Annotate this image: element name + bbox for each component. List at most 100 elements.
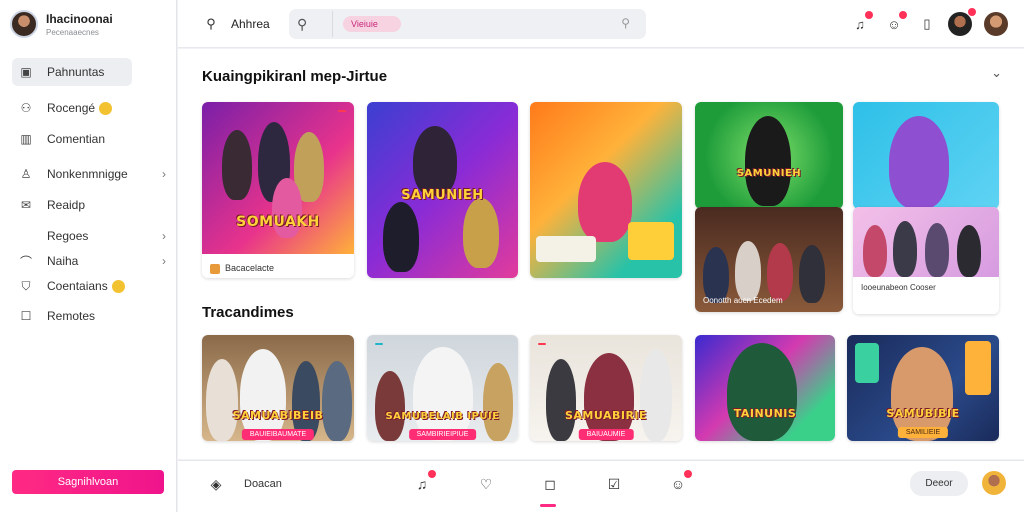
app-window: Ihacinoonai Pecenaaecnes ▣ Pahnuntas ⚇ R… (0, 0, 1024, 512)
sidebar-item-remotes[interactable]: ☐ Remotes (12, 302, 166, 330)
profile-header[interactable]: Ihacinoonai Pecenaaecnes (10, 10, 113, 38)
sidebar-item-rocenge[interactable]: ⚇ Rocengé (12, 94, 166, 122)
chat-icon[interactable]: ◻ (540, 474, 560, 494)
people-icon: ⚇ (20, 101, 32, 115)
featured-card-5[interactable] (853, 102, 999, 209)
profile-avatar[interactable] (984, 12, 1008, 36)
emoji-icon (99, 101, 113, 115)
sidebar-nav: ▣ Pahnuntas ⚇ Rocengé ▥ Comentian ♙ Nonk… (12, 58, 166, 330)
thumbnail: SAMUBIBIE SAMILIEIE (847, 335, 999, 441)
bottom-bar-label: Doacan (244, 478, 282, 490)
thumbnail-title: SAMUNIEH (736, 168, 802, 179)
sidebar-item-label: Reaidp (47, 198, 86, 212)
trending-card-3[interactable]: SAMUABIRIE BAIUAUMIE (530, 335, 682, 441)
thumbnail-title: SAMUBIBIE (886, 407, 960, 420)
profile-avatar[interactable] (982, 471, 1006, 495)
featured-card-1[interactable]: SOMUAKH Bacacelacte (202, 102, 354, 278)
chart-icon: ▥ (20, 132, 32, 146)
sidebar-item-reaidp[interactable]: ✉ Reaidp (12, 191, 166, 219)
card-caption: Oonotth aocn Ecedem (703, 296, 783, 305)
sidebar-item-naiha[interactable]: ⌒ Naiha › (12, 247, 166, 275)
notification-badge (865, 11, 873, 19)
thumbnail: SAMUBELAIB IPUIE SAMBIRIEIPIUE (367, 335, 518, 441)
thumbnail-title: SAMUABIRIE (564, 409, 648, 422)
featured-card-4[interactable]: SAMUNIEH (695, 102, 843, 209)
calendar-icon: ▣ (20, 65, 32, 79)
active-tab-indicator (540, 504, 556, 507)
primary-cta-button[interactable]: Sagnihlvoan (12, 470, 164, 494)
trending-card-2[interactable]: SAMUBELAIB IPUIE SAMBIRIEIPIUE (367, 335, 518, 441)
bottom-action-button[interactable]: Deeor (910, 471, 968, 496)
shield-icon: ⛉ (21, 278, 31, 293)
thumbnail: SOMUAKH (202, 102, 354, 254)
card-caption: Bacacelacte (202, 259, 354, 278)
emoji-icon (111, 279, 125, 293)
avatar (10, 10, 38, 38)
main-content: Kuaingpikiranl mep-Jirtue ⌄ SOMUAKH Baca… (178, 49, 1024, 459)
thumbnail: SAMUNIEH (367, 102, 518, 278)
search-bar[interactable]: ⚲ ⚲ (289, 9, 646, 39)
bottom-bar: ◈ Doacan ♫ ♡ ◻ ☑ ☺ Deeor (178, 460, 1024, 512)
user-avatar[interactable] (948, 8, 976, 36)
bell-icon[interactable]: ♫ (412, 470, 436, 494)
thumbnail-label: BAUIEIBAUMATE (241, 429, 315, 440)
thumbnail-title: SAMUNIEH (401, 188, 484, 203)
trending-card-1[interactable]: SAMUABIBEIB BAUIEIBAUMATE (202, 335, 354, 441)
thumbnail: SAMUABIBEIB BAUIEIBAUMATE (202, 335, 354, 441)
thumbnail-label: BAIUAUMIE (578, 429, 634, 440)
thumbnail (530, 102, 682, 278)
thumbnail (853, 207, 999, 277)
sidebar-item-regoes[interactable]: Regoes › (12, 222, 166, 250)
sidebar-item-pahnuntas[interactable]: ▣ Pahnuntas (12, 58, 132, 86)
sidebar-item-label: Rocengé (47, 101, 96, 115)
thumbnail (853, 102, 999, 209)
search-input[interactable] (343, 16, 401, 32)
notification-badge (968, 8, 976, 16)
emoji-icon[interactable]: ☺ (668, 470, 692, 494)
sidebar: Ihacinoonai Pecenaaecnes ▣ Pahnuntas ⚇ R… (0, 0, 177, 512)
sidebar-item-label: Pahnuntas (47, 65, 105, 79)
thumbnail-title: SAMUABIBEIB (232, 409, 324, 422)
bookmark-icon[interactable]: ▯ (918, 15, 936, 33)
compass-icon[interactable]: ◈ (206, 474, 226, 494)
trending-card-5[interactable]: SAMUBIBIE SAMILIEIE (847, 335, 999, 441)
user-icon: ♙ (20, 167, 32, 181)
chevron-right-icon: › (162, 167, 166, 181)
thumbnail: SAMUABIRIE BAIUAUMIE (530, 335, 682, 441)
featured-card-2[interactable]: SAMUNIEH (367, 102, 518, 278)
sidebar-item-label: Regoes (47, 229, 89, 243)
sidebar-item-nonkenmnigge[interactable]: ♙ Nonkenmnigge › (12, 160, 166, 188)
sidebar-item-coentaians[interactable]: ⛉ Coentaians (12, 272, 166, 300)
profile-subtitle: Pecenaaecnes (46, 27, 99, 37)
sidebar-item-label: Naiha (47, 254, 79, 268)
featured-card-6[interactable]: Oonotth aocn Ecedem (695, 207, 843, 312)
thumbnail-title: SAMUBELAIB IPUIE (385, 411, 500, 422)
card-caption: Iooeunabeon Cooser (853, 277, 999, 314)
bell-icon[interactable]: ♫ (851, 11, 873, 33)
sidebar-item-label: Remotes (47, 309, 96, 323)
sidebar-item-comentian[interactable]: ▥ Comentian (12, 125, 166, 153)
thumbnail-title: SOMUAKH (236, 214, 320, 230)
featured-card-7[interactable]: Iooeunabeon Cooser (853, 207, 999, 314)
sidebar-item-label: Nonkenmnigge (47, 167, 128, 181)
page-title: Ahhrea (231, 17, 270, 31)
thumbnail: SAMUNIEH (695, 102, 843, 209)
featured-card-3[interactable] (530, 102, 682, 278)
trending-card-4[interactable]: TAINUNIS (695, 335, 835, 441)
sidebar-item-label: Coentaians (47, 279, 108, 293)
chevron-down-icon[interactable]: ⌄ (991, 65, 1002, 81)
profile-name: Ihacinoonai (46, 11, 113, 26)
search-submit-icon[interactable]: ⚲ (621, 16, 630, 30)
search-icon[interactable]: ⚲ (297, 16, 307, 33)
thumbnail-title: TAINUNIS (733, 407, 797, 420)
app-icon (210, 264, 220, 274)
checklist-icon[interactable]: ☑ (604, 474, 624, 494)
emoji-icon[interactable]: ☺ (885, 11, 907, 33)
arch-icon: ⌒ (19, 254, 32, 269)
thumbnail-label: SAMILIEIE (897, 427, 949, 438)
search-icon[interactable]: ⚲ (202, 15, 220, 33)
thumbnail-label: SAMBIRIEIPIUE (408, 429, 477, 440)
sidebar-item-label: Comentian (47, 132, 106, 146)
notification-badge (428, 470, 436, 478)
heart-icon[interactable]: ♡ (476, 474, 496, 494)
